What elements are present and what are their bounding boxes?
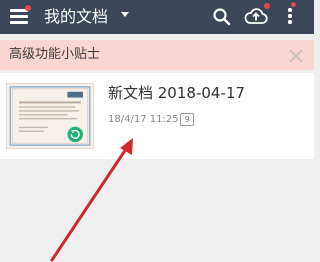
page-title[interactable]: 我的文档 (44, 6, 108, 28)
notification-dot (264, 3, 270, 9)
notification-dot (25, 5, 31, 11)
hamburger-icon[interactable] (10, 9, 28, 24)
top-app-bar: 我的文档 (0, 0, 314, 34)
search-icon[interactable] (212, 7, 232, 27)
document-title[interactable]: 新文档 2018-04-17 (108, 83, 245, 103)
banner-text[interactable]: 高级功能小贴士 (9, 46, 100, 64)
close-icon[interactable] (288, 48, 304, 64)
document-thumbnail[interactable] (6, 83, 94, 149)
caret-down-icon[interactable] (121, 12, 129, 17)
tips-banner[interactable]: 高级功能小贴士 (0, 40, 314, 70)
document-date: 18/4/17 11:25 (108, 114, 179, 125)
page-count-badge: 9 (180, 113, 194, 126)
notification-dot (291, 2, 296, 7)
document-list-item[interactable]: 新文档 2018-04-17 18/4/17 11:25 9 (0, 73, 314, 159)
more-vertical-icon[interactable] (287, 8, 293, 26)
